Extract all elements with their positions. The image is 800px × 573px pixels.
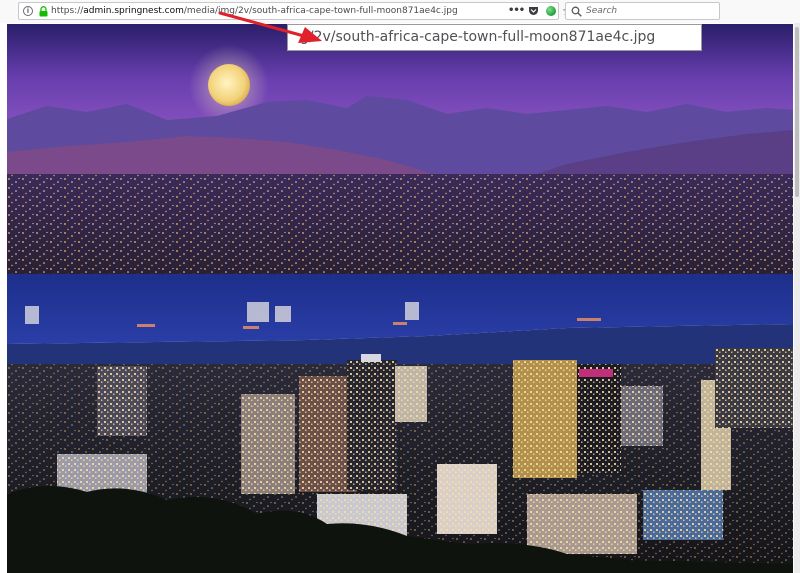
url-domain: admin.springnest.com xyxy=(83,6,184,16)
info-icon[interactable]: i xyxy=(23,6,33,16)
url-scheme: https:// xyxy=(51,6,84,16)
browser-toolbar: i https://admin.springnest.com/media/img… xyxy=(0,0,800,24)
search-box[interactable] xyxy=(565,2,720,20)
address-bar[interactable]: i https://admin.springnest.com/media/img… xyxy=(18,2,573,20)
page-viewport xyxy=(0,23,800,573)
search-icon xyxy=(571,6,582,17)
more-icon[interactable]: ••• xyxy=(508,3,525,19)
pocket-icon[interactable] xyxy=(528,6,539,16)
search-input[interactable] xyxy=(586,3,714,19)
extension-icon[interactable] xyxy=(546,6,556,16)
url-text[interactable]: https://admin.springnest.com/media/img/2… xyxy=(51,3,458,19)
lock-icon xyxy=(39,6,48,17)
url-path: /media/img/2v/south-africa-cape-town-ful… xyxy=(183,6,458,16)
vertical-scrollbar[interactable] xyxy=(794,23,800,573)
scrollbar-thumb[interactable] xyxy=(795,27,799,197)
zoomed-filename-callout: g/2v/south-africa-cape-town-full-moon871… xyxy=(287,24,702,51)
cape-town-night-photo xyxy=(7,24,793,573)
